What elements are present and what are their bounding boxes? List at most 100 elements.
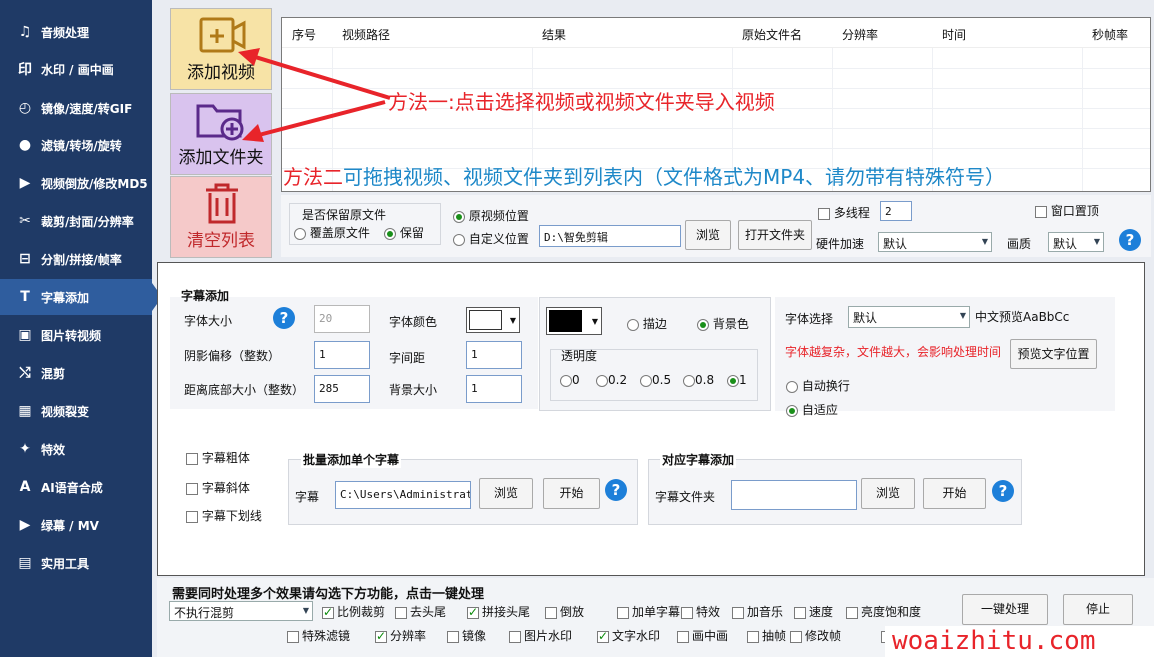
row1-checkbox-3[interactable]: 倒放	[545, 603, 584, 620]
background-size-input[interactable]: 1	[466, 375, 522, 403]
row2-checkbox-1[interactable]: 分辨率	[375, 627, 426, 644]
shadow-offset-input[interactable]: 1	[314, 341, 370, 369]
col-result[interactable]: 结果	[542, 26, 566, 43]
bottom-distance-input[interactable]: 285	[314, 375, 370, 403]
checkbox-box[interactable]	[395, 606, 407, 619]
one-click-process-button[interactable]: 一键处理	[962, 594, 1048, 625]
font-size-help-icon[interactable]: ?	[273, 307, 295, 329]
font-size-input[interactable]: 20	[314, 305, 370, 333]
options-help-icon[interactable]: ?	[1119, 229, 1141, 251]
font-color-picker[interactable]: ▼	[466, 307, 520, 333]
subtitle-folder-start-button[interactable]: 开始	[923, 478, 986, 509]
checkbox-box[interactable]	[677, 630, 689, 643]
quality-select[interactable]: 默认	[1048, 232, 1104, 252]
sidebar-item-4[interactable]: ▶ 视频倒放/修改MD5	[0, 165, 152, 201]
italic-checkbox[interactable]: 字幕斜体	[186, 479, 250, 496]
sidebar-item-10[interactable]: ▦ 视频裂变	[0, 393, 152, 429]
stop-button[interactable]: 停止	[1063, 594, 1133, 625]
checkbox-box[interactable]	[287, 630, 299, 643]
transparency-radio-08[interactable]: 0.8	[683, 373, 714, 387]
col-time[interactable]: 时间	[942, 26, 966, 43]
row2-checkbox-7[interactable]: 修改帧	[790, 627, 841, 644]
row1-checkbox-8[interactable]: 亮度饱和度	[846, 603, 921, 620]
letter-spacing-input[interactable]: 1	[466, 341, 522, 369]
row2-checkbox-2[interactable]: 镜像	[447, 627, 486, 644]
subtitle-folder-browse-button[interactable]: 浏览	[861, 478, 915, 509]
batch-single-help-icon[interactable]: ?	[605, 479, 627, 501]
topmost-checkbox[interactable]: 窗口置顶	[1035, 202, 1099, 219]
row2-checkbox-4[interactable]: 文字水印	[597, 627, 660, 644]
checkbox-box[interactable]	[509, 630, 521, 643]
checkbox-box[interactable]	[545, 606, 557, 619]
preview-position-button[interactable]: 预览文字位置	[1010, 339, 1097, 369]
row2-checkbox-3[interactable]: 图片水印	[509, 627, 572, 644]
subtitle-file-input[interactable]: C:\Users\Administrator	[335, 481, 471, 509]
subtitle-browse-button[interactable]: 浏览	[479, 478, 533, 509]
hw-accel-select[interactable]: 默认	[878, 232, 992, 252]
sidebar-item-12[interactable]: A AI语音合成	[0, 469, 152, 505]
sidebar-item-11[interactable]: ✦ 特效	[0, 431, 152, 467]
mix-select[interactable]: 不执行混剪	[169, 601, 313, 621]
checkbox-box[interactable]	[617, 606, 629, 619]
auto-wrap-radio[interactable]: 自动换行	[786, 377, 850, 394]
checkbox-box[interactable]	[732, 606, 744, 619]
col-fps[interactable]: 秒帧率	[1092, 26, 1128, 43]
row1-checkbox-2[interactable]: 拼接头尾	[467, 603, 530, 620]
overwrite-radio[interactable]: 覆盖原文件	[294, 224, 370, 241]
row1-checkbox-7[interactable]: 速度	[794, 603, 833, 620]
background-color-picker[interactable]: ▼	[546, 307, 602, 335]
keep-radio[interactable]: 保留	[384, 224, 424, 241]
thread-count-input[interactable]: 2	[880, 201, 912, 221]
background-color-radio[interactable]: 背景色	[697, 315, 749, 332]
subtitle-folder-input[interactable]	[731, 480, 857, 510]
output-browse-button[interactable]: 浏览	[685, 220, 731, 250]
checkbox-box[interactable]	[322, 605, 334, 619]
row2-checkbox-0[interactable]: 特殊滤镜	[287, 627, 350, 644]
sidebar-item-5[interactable]: ✂ 裁剪/封面/分辨率	[0, 203, 152, 239]
sidebar-item-3[interactable]: ● 滤镜/转场/旋转	[0, 127, 152, 163]
transparency-radio-0[interactable]: 0	[560, 373, 580, 387]
checkbox-box[interactable]	[597, 629, 609, 643]
adaptive-radio[interactable]: 自适应	[786, 401, 838, 418]
transparency-radio-1[interactable]: 1	[727, 373, 747, 387]
multithread-checkbox[interactable]: 多线程	[818, 204, 870, 221]
outline-radio[interactable]: 描边	[627, 315, 667, 332]
output-path-input[interactable]: D:\智免剪辑	[539, 225, 681, 247]
transparency-radio-05[interactable]: 0.5	[640, 373, 671, 387]
checkbox-box[interactable]	[447, 630, 459, 643]
checkbox-box[interactable]	[790, 630, 802, 643]
col-original-name[interactable]: 原始文件名	[742, 26, 802, 43]
checkbox-box[interactable]	[467, 605, 479, 619]
transparency-radio-02[interactable]: 0.2	[596, 373, 627, 387]
font-select-dropdown[interactable]: 默认	[848, 306, 970, 328]
sidebar-item-7[interactable]: T 字幕添加	[0, 279, 162, 315]
row2-checkbox-6[interactable]: 抽帧	[747, 627, 786, 644]
checkbox-box[interactable]	[794, 606, 806, 619]
sidebar-item-14[interactable]: ▤ 实用工具	[0, 545, 152, 581]
row1-checkbox-0[interactable]: 比例裁剪	[322, 603, 385, 620]
sidebar-item-9[interactable]: ⤭ 混剪	[0, 355, 152, 391]
row1-checkbox-1[interactable]: 去头尾	[395, 603, 446, 620]
clear-list-button[interactable]: 清空列表	[170, 176, 272, 258]
open-folder-button[interactable]: 打开文件夹	[738, 220, 812, 250]
checkbox-box[interactable]	[375, 629, 387, 643]
row1-checkbox-4[interactable]: 加单字幕	[617, 603, 680, 620]
sidebar-item-1[interactable]: 印水印 / 画中画	[0, 51, 152, 87]
matched-subtitle-help-icon[interactable]: ?	[992, 480, 1014, 502]
sidebar-item-8[interactable]: ▣ 图片转视频	[0, 317, 152, 353]
subtitle-start-button[interactable]: 开始	[543, 478, 600, 509]
col-resolution[interactable]: 分辨率	[842, 26, 878, 43]
row1-checkbox-5[interactable]: 特效	[681, 603, 720, 620]
underline-checkbox[interactable]: 字幕下划线	[186, 507, 262, 524]
original-location-radio[interactable]: 原视频位置	[453, 207, 529, 224]
row1-checkbox-6[interactable]: 加音乐	[732, 603, 783, 620]
sidebar-item-2[interactable]: ◴ 镜像/速度/转GIF	[0, 90, 152, 126]
checkbox-box[interactable]	[747, 630, 759, 643]
row2-checkbox-5[interactable]: 画中画	[677, 627, 728, 644]
sidebar-item-6[interactable]: ⊟ 分割/拼接/帧率	[0, 241, 152, 277]
sidebar-item-0[interactable]: ♫ 音频处理	[0, 14, 152, 50]
sidebar-item-13[interactable]: ▶ 绿幕 / MV	[0, 507, 152, 543]
custom-location-radio[interactable]: 自定义位置	[453, 230, 529, 247]
checkbox-box[interactable]	[681, 606, 693, 619]
checkbox-box[interactable]	[846, 606, 858, 619]
